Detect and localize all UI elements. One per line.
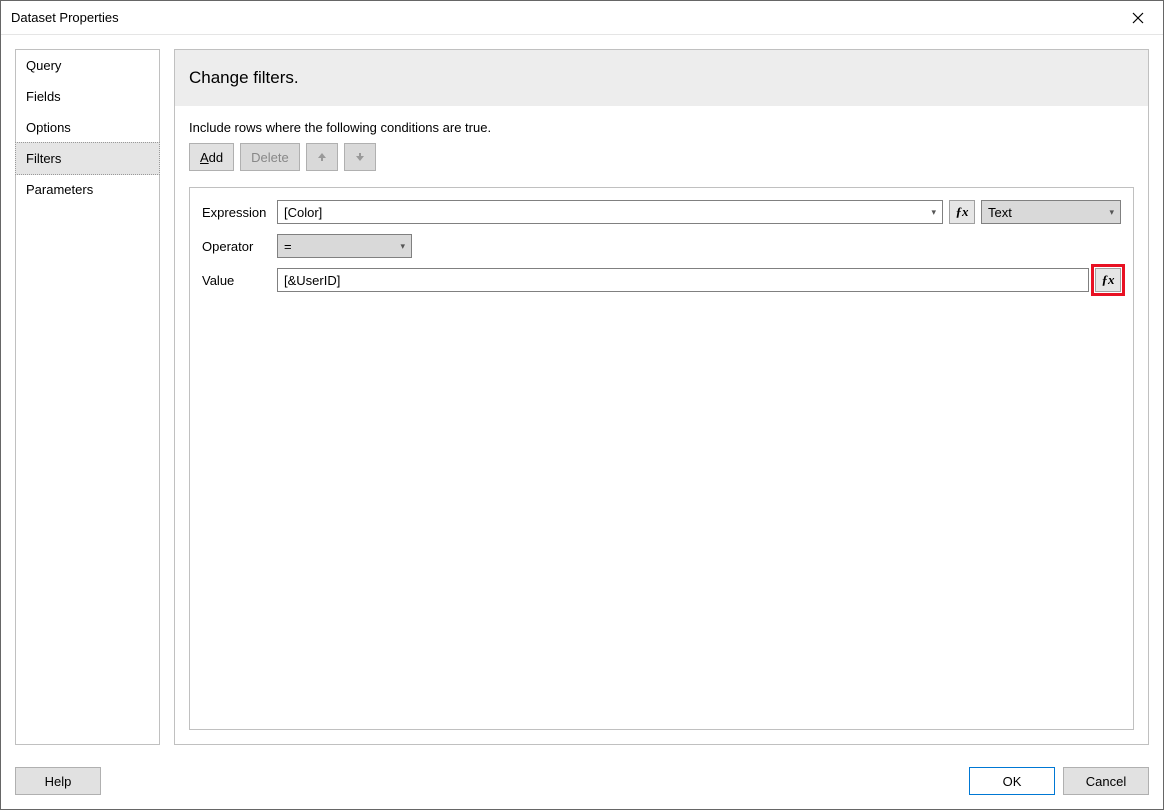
add-button[interactable]: Add: [189, 143, 234, 171]
toolbar: Add Delete: [189, 143, 1134, 171]
footer: Help OK Cancel: [1, 759, 1163, 809]
operator-controls: = ▾: [277, 234, 1121, 258]
operator-label: Operator: [202, 239, 277, 254]
value-row: Value [&UserID] ƒx: [202, 268, 1121, 292]
cancel-button[interactable]: Cancel: [1063, 767, 1149, 795]
fx-icon: ƒx: [1102, 272, 1115, 288]
main-panel: Change filters. Include rows where the f…: [174, 49, 1149, 745]
footer-left: Help: [15, 767, 101, 795]
footer-right: OK Cancel: [969, 767, 1149, 795]
add-button-label: Add: [200, 150, 223, 165]
sidebar-item-filters[interactable]: Filters: [15, 142, 160, 175]
sidebar-item-options[interactable]: Options: [16, 112, 159, 143]
value-fx-button[interactable]: ƒx: [1095, 268, 1121, 292]
dialog-body: Query Fields Options Filters Parameters …: [1, 35, 1163, 759]
expression-label: Expression: [202, 205, 277, 220]
dialog-window: Dataset Properties Query Fields Options …: [0, 0, 1164, 810]
expression-fx-button[interactable]: ƒx: [949, 200, 975, 224]
expression-controls: [Color] ▾ ƒx Text ▾: [277, 200, 1121, 224]
operator-dropdown[interactable]: = ▾: [277, 234, 412, 258]
ok-button[interactable]: OK: [969, 767, 1055, 795]
description-text: Include rows where the following conditi…: [189, 120, 1134, 135]
help-button[interactable]: Help: [15, 767, 101, 795]
expression-value: [Color]: [284, 205, 322, 220]
operator-value: =: [284, 239, 292, 254]
sidebar-item-fields[interactable]: Fields: [16, 81, 159, 112]
titlebar: Dataset Properties: [1, 1, 1163, 35]
sidebar-item-query[interactable]: Query: [16, 50, 159, 81]
value-text: [&UserID]: [284, 273, 340, 288]
sidebar-item-parameters[interactable]: Parameters: [16, 174, 159, 205]
operator-row: Operator = ▾: [202, 234, 1121, 258]
chevron-down-icon: ▾: [400, 241, 405, 252]
expression-dropdown[interactable]: [Color] ▾: [277, 200, 943, 224]
window-title: Dataset Properties: [11, 10, 119, 25]
chevron-down-icon: ▾: [1109, 207, 1114, 218]
filter-panel: Expression [Color] ▾ ƒx Text ▾: [189, 187, 1134, 730]
expression-row: Expression [Color] ▾ ƒx Text ▾: [202, 200, 1121, 224]
main-content: Include rows where the following conditi…: [175, 106, 1148, 744]
arrow-up-icon: [317, 152, 327, 162]
type-value: Text: [988, 205, 1012, 220]
page-heading: Change filters.: [175, 50, 1148, 106]
value-controls: [&UserID] ƒx: [277, 268, 1121, 292]
type-dropdown[interactable]: Text ▾: [981, 200, 1121, 224]
chevron-down-icon: ▾: [931, 207, 936, 218]
close-icon: [1132, 12, 1144, 24]
value-label: Value: [202, 273, 277, 288]
move-down-button[interactable]: [344, 143, 376, 171]
move-up-button[interactable]: [306, 143, 338, 171]
delete-button[interactable]: Delete: [240, 143, 300, 171]
close-button[interactable]: [1118, 3, 1158, 33]
sidebar: Query Fields Options Filters Parameters: [15, 49, 160, 745]
arrow-down-icon: [355, 152, 365, 162]
value-input[interactable]: [&UserID]: [277, 268, 1089, 292]
fx-icon: ƒx: [956, 204, 969, 220]
